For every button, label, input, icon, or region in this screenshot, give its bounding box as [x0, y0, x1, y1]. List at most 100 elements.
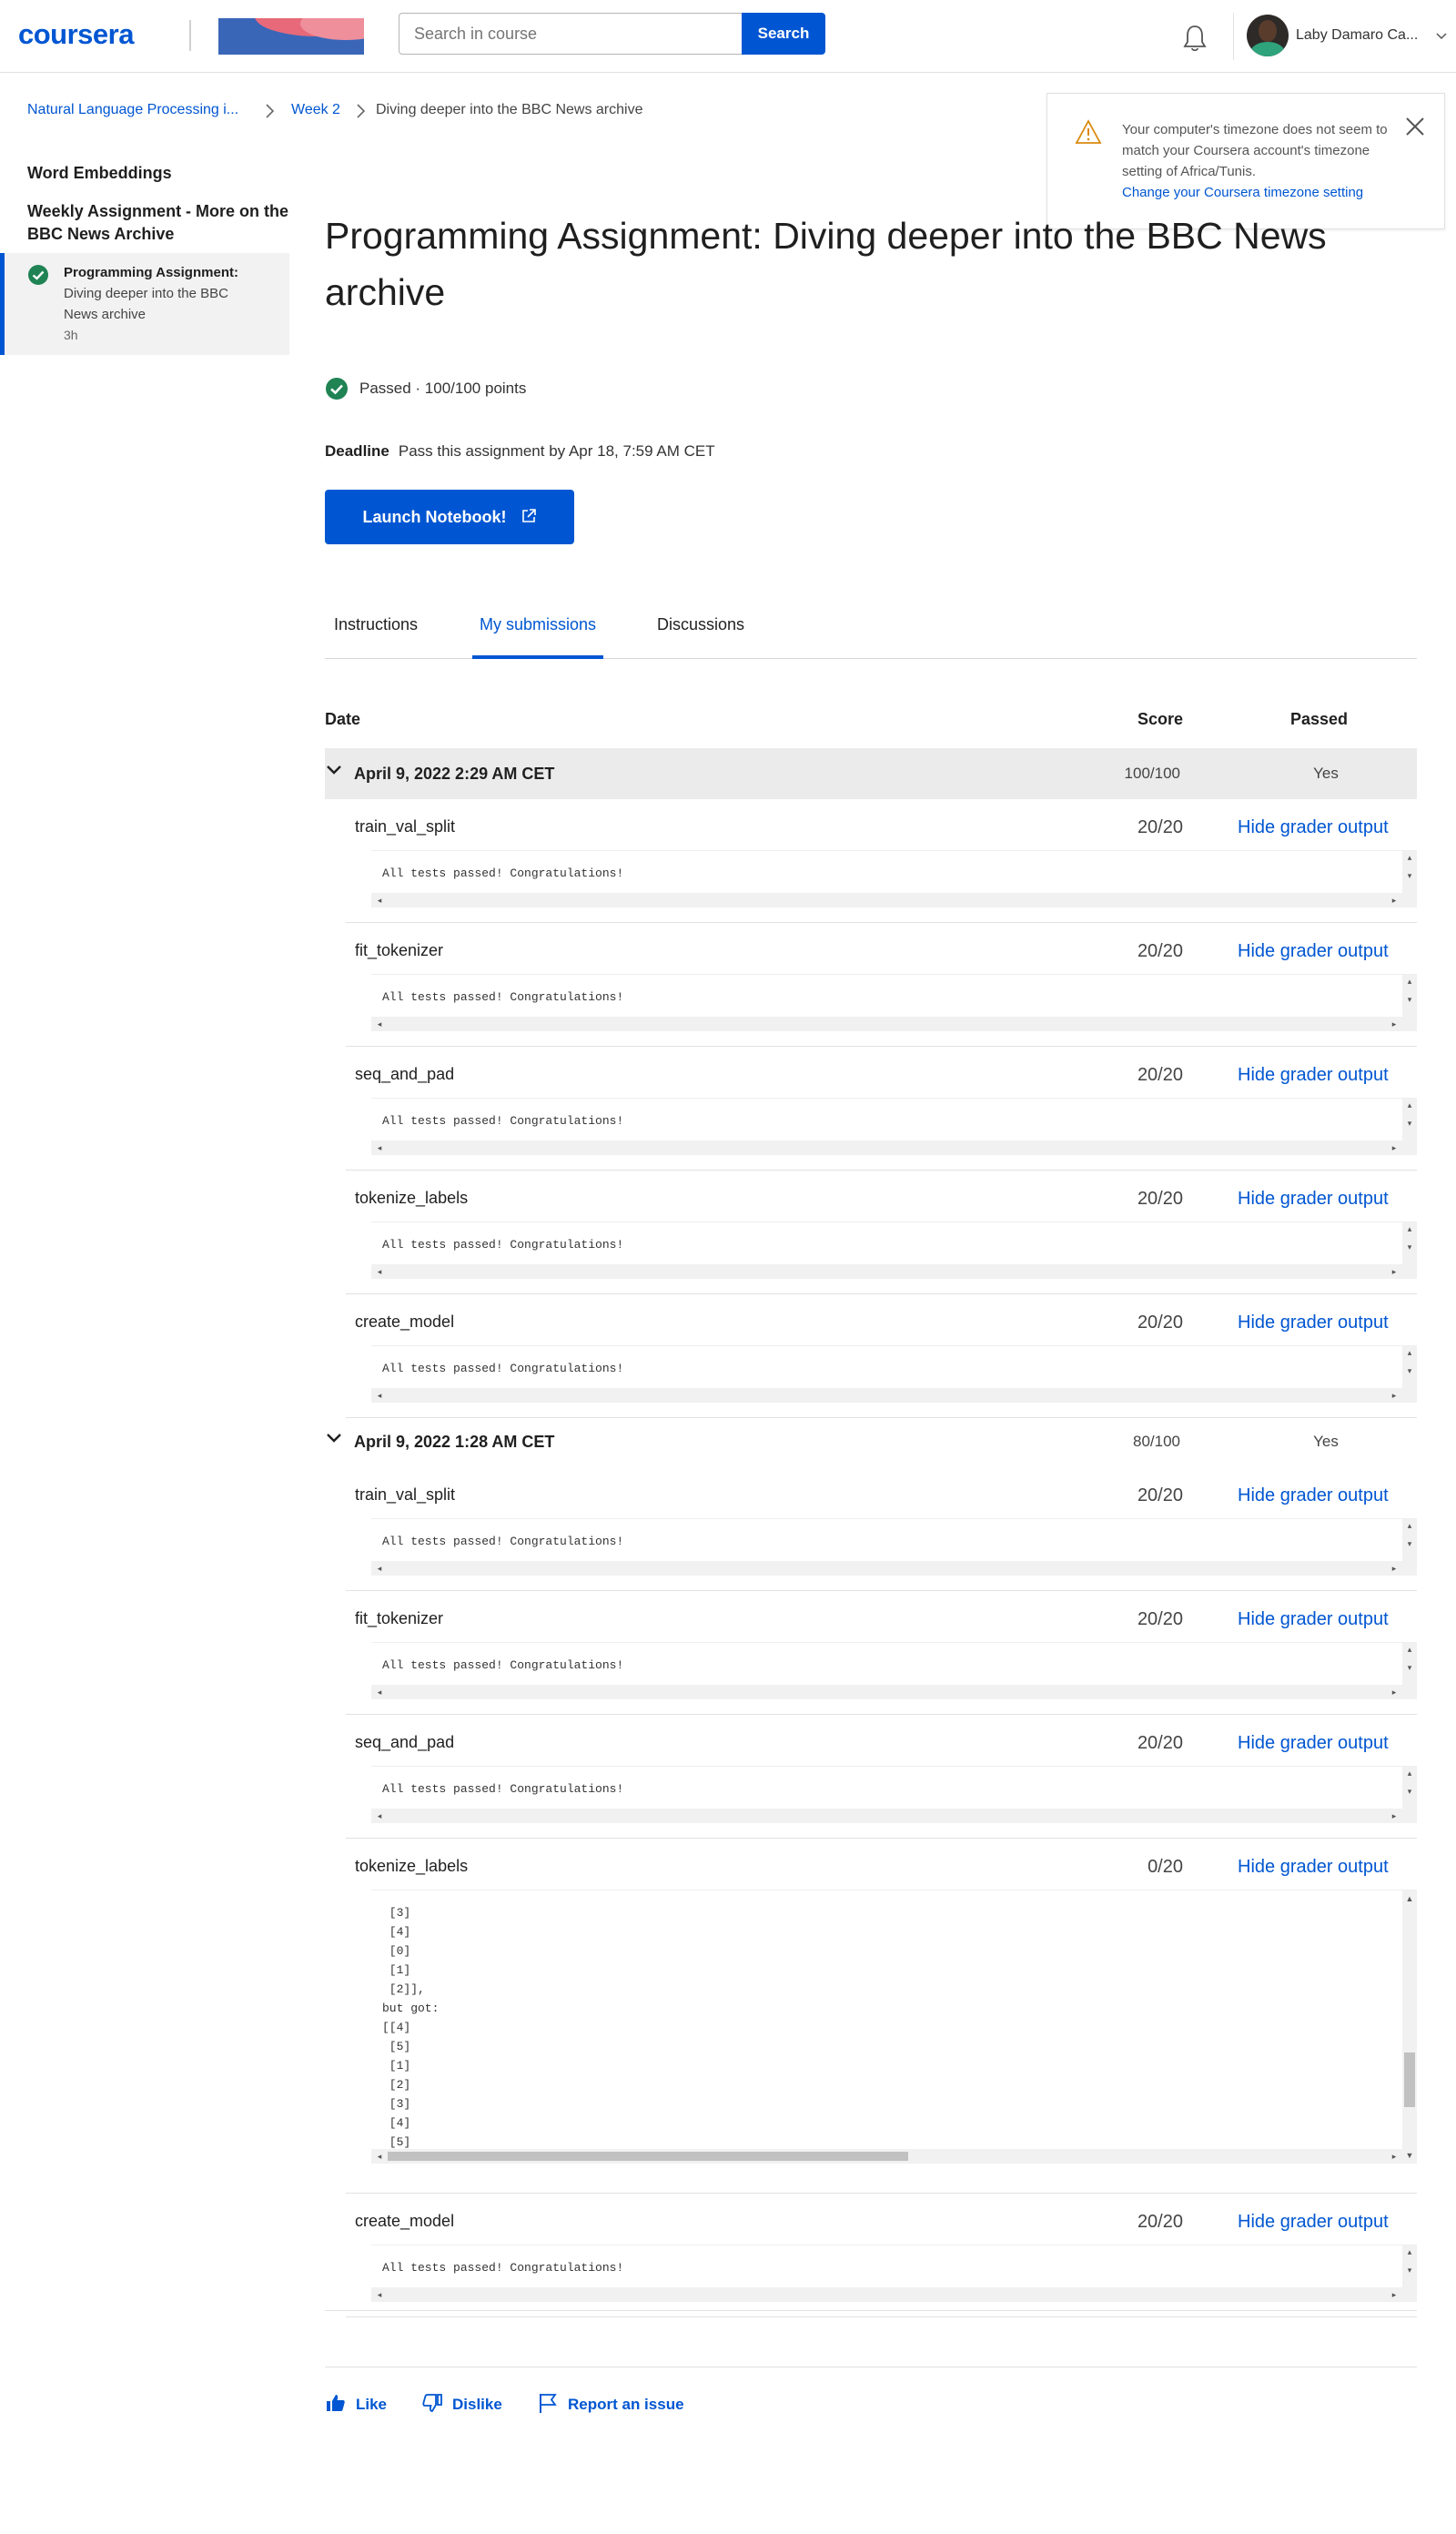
timezone-message: Your computer's timezone does not seem t…	[1122, 119, 1404, 203]
hide-grader-output-link[interactable]: Hide grader output	[1238, 1189, 1389, 1210]
horizontal-scrollbar[interactable]: ◂ ▸	[371, 1017, 1402, 1031]
hide-grader-output-link[interactable]: Hide grader output	[1238, 1609, 1389, 1630]
assignment-tabs: Instructions My submissions Discussions	[325, 610, 1417, 659]
avatar[interactable]	[1247, 15, 1289, 56]
grader-output[interactable]: All tests passed! Congratulations! ▴ ▾ ◂ ▸	[371, 1221, 1417, 1279]
vertical-scrollbar[interactable]: ▴ ▾	[1402, 1643, 1417, 1699]
tab-my-submissions[interactable]: My submissions	[472, 615, 604, 659]
grader-output[interactable]: All tests passed! Congratulations! ▴ ▾ ◂ ▸	[371, 1098, 1417, 1155]
sidebar-section-title[interactable]: Word Embeddings	[27, 164, 172, 183]
column-header-score: Score	[1138, 710, 1184, 728]
test-row: create_model 20/20 Hide grader output All t…	[346, 1294, 1417, 1418]
hide-grader-output-link[interactable]: Hide grader output	[1238, 817, 1389, 838]
check-circle-icon	[326, 378, 348, 400]
tab-instructions[interactable]: Instructions	[334, 615, 418, 659]
check-circle-icon	[28, 265, 48, 285]
grader-output[interactable]: All tests passed! Congratulations! ▴ ▾ ◂ ▸	[371, 1345, 1417, 1403]
horizontal-scrollbar[interactable]: ◂ ▸	[371, 1685, 1402, 1699]
coursera-logo[interactable]: coursera	[18, 18, 134, 51]
horizontal-scrollbar[interactable]: ◂ ▸	[371, 1264, 1402, 1279]
submission-date: April 9, 2022 1:28 AM CET	[354, 1433, 555, 1451]
header-divider	[1233, 13, 1234, 60]
grader-output[interactable]: All tests passed! Congratulations! ▴ ▾ ◂ ▸	[371, 1766, 1417, 1823]
grader-output[interactable]: [3] [4] [0] [1] [2]], but got: [[4] [5] …	[371, 1890, 1417, 2164]
breadcrumb-course[interactable]: Natural Language Processing i...	[27, 102, 238, 118]
test-score: 20/20	[1137, 941, 1183, 961]
submission-row[interactable]: April 9, 2022 1:28 AM CET 80/100 Yes	[325, 1416, 1417, 1467]
vertical-scrollbar[interactable]: ▴ ▾	[1402, 1346, 1417, 1403]
test-score: 20/20	[1137, 817, 1183, 837]
chevron-down-icon[interactable]	[325, 1429, 343, 1447]
logo-divider	[189, 20, 191, 51]
hide-grader-output-link[interactable]: Hide grader output	[1238, 1485, 1389, 1506]
vertical-scrollbar[interactable]: ▴ ▾	[1402, 851, 1417, 907]
page-title: Programming Assignment: Diving deeper in…	[325, 215, 1327, 313]
divider	[325, 2310, 1417, 2311]
sidebar-item-duration: 3h	[64, 328, 78, 342]
vertical-scrollbar[interactable]: ▴ ▾	[1402, 2245, 1417, 2302]
submission-date: April 9, 2022 2:29 AM CET	[354, 765, 555, 783]
grader-output-text: All tests passed! Congratulations!	[382, 2261, 624, 2275]
thumbs-up-icon	[327, 2395, 345, 2411]
horizontal-scrollbar[interactable]: ◂ ▸	[371, 893, 1402, 907]
grader-output[interactable]: All tests passed! Congratulations! ▴ ▾ ◂ ▸	[371, 974, 1417, 1031]
test-row: tokenize_labels 20/20 Hide grader output Al…	[346, 1171, 1417, 1294]
deadline: Deadline Pass this assignment by Apr 18, …	[325, 442, 715, 461]
vertical-scrollbar[interactable]: ▴ ▾	[1402, 1519, 1417, 1576]
test-score: 0/20	[1148, 1857, 1183, 1877]
test-score: 20/20	[1137, 1733, 1183, 1753]
hide-grader-output-link[interactable]: Hide grader output	[1238, 1857, 1389, 1878]
partner-banner[interactable]	[218, 18, 364, 55]
horizontal-scrollbar[interactable]: ◂ ▸	[371, 1388, 1402, 1403]
passed-text: Passed · 100/100 points	[359, 380, 527, 397]
search-button[interactable]: Search	[742, 13, 825, 55]
test-name: tokenize_labels	[355, 1189, 469, 1207]
sidebar-item-assignment[interactable]: Programming Assignment: Diving deeper in…	[0, 253, 289, 355]
hide-grader-output-link[interactable]: Hide grader output	[1238, 1313, 1389, 1333]
column-header-date: Date	[325, 710, 361, 728]
thumbs-down-icon	[422, 2394, 442, 2412]
close-icon[interactable]	[1404, 116, 1426, 137]
sidebar-lesson-title[interactable]: Weekly Assignment - More on the BBC News…	[27, 200, 291, 246]
horizontal-scrollbar[interactable]: ◂ ▸	[371, 1140, 1402, 1155]
breadcrumb-current: Diving deeper into the BBC News archive	[376, 102, 643, 117]
hide-grader-output-link[interactable]: Hide grader output	[1238, 1065, 1389, 1086]
grader-output[interactable]: All tests passed! Congratulations! ▴ ▾ ◂ ▸	[371, 2245, 1417, 2302]
vertical-scrollbar[interactable]: ▴ ▾	[1402, 975, 1417, 1031]
grader-output[interactable]: All tests passed! Congratulations! ▴ ▾ ◂ ▸	[371, 1518, 1417, 1576]
chevron-down-icon[interactable]	[325, 761, 343, 779]
test-row: seq_and_pad 20/20 Hide grader output All te…	[346, 1047, 1417, 1171]
test-row: train_val_split 20/20 Hide grader output Al…	[346, 799, 1417, 923]
test-name: tokenize_labels	[355, 1857, 469, 1875]
timezone-settings-link[interactable]: Change your Coursera timezone setting	[1122, 182, 1404, 203]
horizontal-scrollbar[interactable]: ◂ ▸	[371, 1561, 1402, 1576]
test-score: 20/20	[1137, 1609, 1183, 1629]
vertical-scrollbar[interactable]: ▴ ▾	[1402, 1767, 1417, 1823]
deadline-label: Deadline	[325, 442, 389, 460]
grader-output[interactable]: All tests passed! Congratulations! ▴ ▾ ◂ ▸	[371, 850, 1417, 907]
vertical-scrollbar[interactable]: ▴ ▾	[1402, 1099, 1417, 1155]
horizontal-scrollbar[interactable]: ◂ ▸	[371, 1809, 1402, 1823]
horizontal-scrollbar[interactable]: ◂ ▸	[371, 2149, 1402, 2164]
hide-grader-output-link[interactable]: Hide grader output	[1238, 2212, 1389, 2233]
hide-grader-output-link[interactable]: Hide grader output	[1238, 1733, 1389, 1754]
submission-row[interactable]: April 9, 2022 2:29 AM CET 100/100 Yes	[325, 748, 1417, 799]
grader-output-text: All tests passed! Congratulations!	[382, 1535, 624, 1548]
bell-icon[interactable]	[1181, 24, 1208, 53]
launch-notebook-button[interactable]: Launch Notebook!	[325, 490, 574, 544]
search-input[interactable]	[399, 13, 743, 55]
horizontal-scrollbar[interactable]: ◂ ▸	[371, 2287, 1402, 2302]
hide-grader-output-link[interactable]: Hide grader output	[1238, 941, 1389, 962]
tab-discussions[interactable]: Discussions	[657, 615, 744, 659]
grader-output[interactable]: All tests passed! Congratulations! ▴ ▾ ◂ ▸	[371, 1642, 1417, 1699]
submission-passed: Yes	[1313, 765, 1339, 782]
chevron-down-icon[interactable]	[1436, 31, 1447, 42]
username[interactable]: Laby Damaro Ca...	[1296, 27, 1418, 44]
test-name: fit_tokenizer	[355, 941, 444, 959]
test-row: tokenize_labels 0/20 Hide grader output [3…	[346, 1839, 1417, 2194]
chevron-right-icon	[357, 104, 366, 118]
submission-passed: Yes	[1313, 1433, 1339, 1450]
vertical-scrollbar[interactable]: ▴ ▾	[1402, 1222, 1417, 1279]
breadcrumb-week[interactable]: Week 2	[291, 102, 340, 118]
vertical-scrollbar[interactable]: ▲ ▼	[1402, 1890, 1417, 2164]
